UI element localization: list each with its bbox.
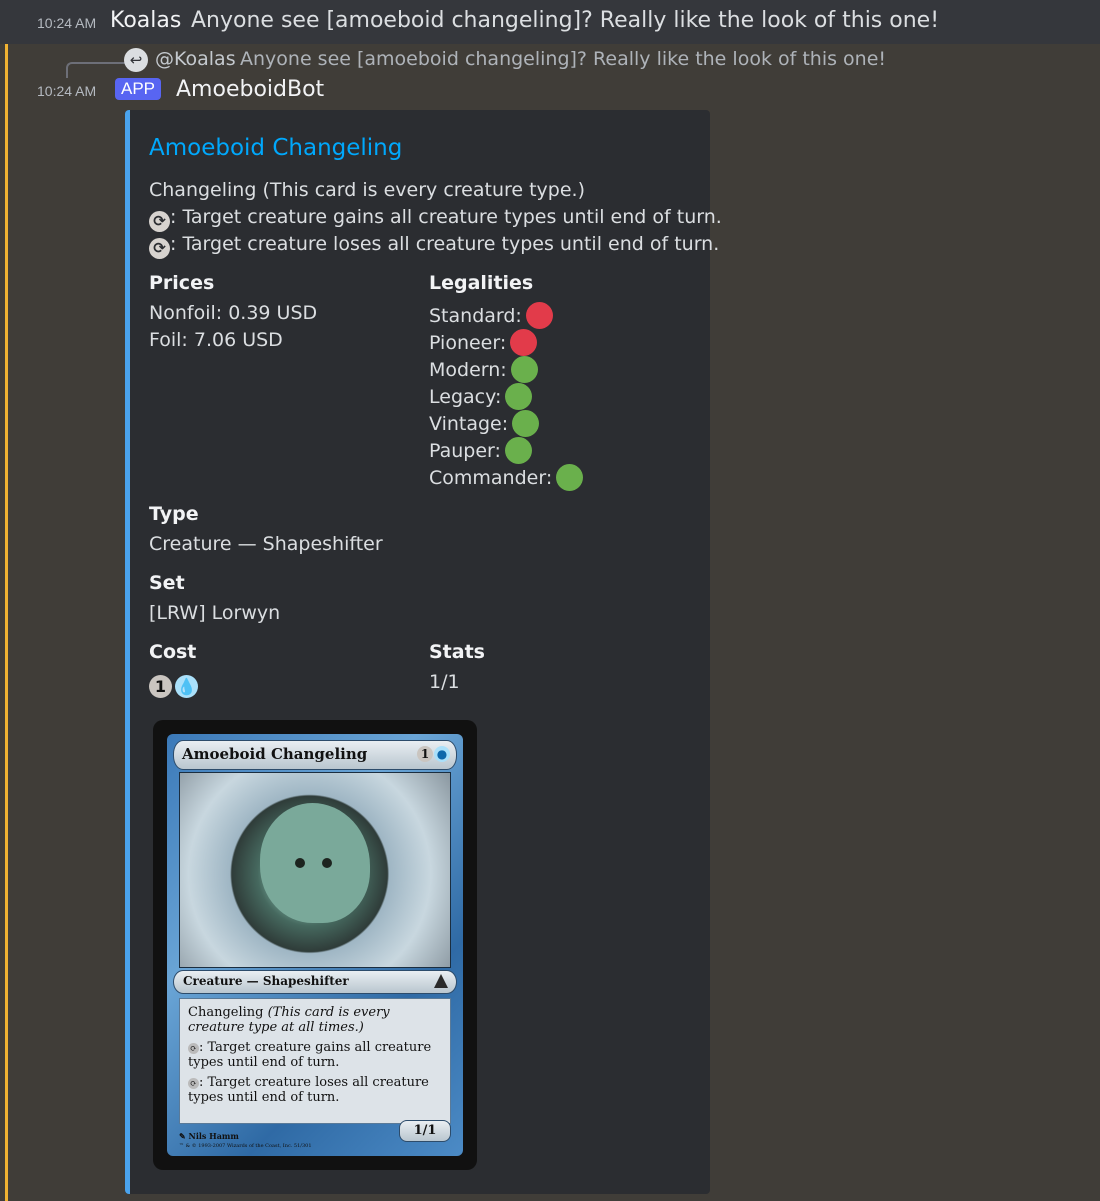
author-name[interactable]: Koalas <box>110 8 181 33</box>
legality-format: Pioneer: <box>429 332 507 354</box>
card-face: Amoeboid Changeling 1 ● Creature — Shapes… <box>167 734 463 1156</box>
set-symbol-icon <box>434 974 448 988</box>
field-cost-name: Cost <box>149 641 197 663</box>
legal-status-icon <box>556 464 584 491</box>
card-untap-symbol-icon: ⟳ <box>188 1043 199 1054</box>
reply-icon[interactable]: ↩ <box>124 48 148 72</box>
card-embed: Amoeboid Changeling Changeling (This car… <box>125 110 722 1194</box>
legality-format: Legacy: <box>429 386 502 408</box>
timestamp: 10:24 AM <box>37 15 97 31</box>
untap-symbol-icon: ⟳ <box>149 238 170 259</box>
legality-format: Modern: <box>429 359 507 381</box>
field-type-name: Type <box>149 503 199 525</box>
generic-mana-icon: 1 <box>149 675 172 698</box>
untap-symbol-icon: ⟳ <box>149 211 170 232</box>
not-legal-status-icon <box>525 302 553 329</box>
card-name-bar: Amoeboid Changeling 1 ● <box>173 740 457 770</box>
card-generic-mana-icon: 1 <box>417 746 433 762</box>
description-text: : Target creature gains all creature typ… <box>170 206 722 228</box>
creature-eye <box>295 858 305 868</box>
legality-format: Pauper: <box>429 440 501 462</box>
legality-format: Standard: <box>429 305 522 327</box>
card-mana-cost: 1 ● <box>417 746 450 762</box>
price-nonfoil: Nonfoil: 0.39 USD <box>149 302 318 324</box>
card-untap-symbol-icon: ⟳ <box>188 1078 199 1089</box>
legality-row: Modern: <box>429 356 538 383</box>
reply-author[interactable]: @Koalas <box>155 48 236 70</box>
blue-mana-icon: 💧 <box>175 675 198 698</box>
card-rules-text: Changeling (This card is every creature … <box>179 998 451 1124</box>
card-power-toughness: 1/1 <box>399 1120 451 1142</box>
price-foil: Foil: 7.06 USD <box>149 329 283 351</box>
legality-row: Standard: <box>429 302 553 329</box>
card-artist-name: Nils Hamm <box>188 1131 239 1141</box>
field-stats-value: 1/1 <box>429 671 460 693</box>
changeling-creature-art <box>260 803 370 923</box>
legal-status-icon <box>505 383 533 410</box>
card-image[interactable]: Amoeboid Changeling 1 ● Creature — Shapes… <box>153 720 477 1170</box>
message-content: Anyone see [amoeboid changeling]? Really… <box>191 8 940 33</box>
card-artist-credit: ✎ Nils Hamm <box>179 1131 239 1141</box>
card-blue-mana-icon: ● <box>434 746 450 762</box>
card-type-bar: Creature — Shapeshifter <box>173 970 457 994</box>
timestamp: 10:24 AM <box>37 83 97 99</box>
card-type-line: Creature — Shapeshifter <box>183 974 349 988</box>
field-prices-name: Prices <box>149 272 215 294</box>
not-legal-status-icon <box>510 329 538 356</box>
legality-row: Legacy: <box>429 383 533 410</box>
field-set-name: Set <box>149 572 185 594</box>
reply-spine <box>66 62 126 78</box>
reply-content[interactable]: Anyone see [amoeboid changeling]? Really… <box>240 48 886 70</box>
field-type-value: Creature — Shapeshifter <box>149 533 383 555</box>
description-line: ⟳: Target creature gains all creature ty… <box>149 206 722 232</box>
card-ability: : Target creature loses all creature typ… <box>188 1075 429 1105</box>
legal-status-icon <box>510 356 538 383</box>
legality-format: Vintage: <box>429 413 509 435</box>
field-cost-value: 1 💧 <box>149 671 198 698</box>
embed-title-link[interactable]: Amoeboid Changeling <box>149 135 402 161</box>
description-line: ⟳: Target creature loses all creature ty… <box>149 233 719 259</box>
card-ability: : Target creature gains all creature typ… <box>188 1040 432 1070</box>
description-text: : Target creature loses all creature typ… <box>170 233 720 255</box>
creature-eye <box>322 858 332 868</box>
card-name: Amoeboid Changeling <box>182 745 368 763</box>
field-legalities-name: Legalities <box>429 272 534 294</box>
card-keyword: Changeling <box>188 1005 264 1020</box>
description-line: Changeling (This card is every creature … <box>149 179 586 201</box>
field-set-value: [LRW] Lorwyn <box>149 602 281 624</box>
legality-row: Pauper: <box>429 437 532 464</box>
legality-row: Commander: <box>429 464 584 491</box>
mention-highlight-bar <box>5 44 8 1201</box>
app-badge: APP <box>115 78 162 100</box>
legality-format: Commander: <box>429 467 553 489</box>
legality-row: Pioneer: <box>429 329 538 356</box>
legal-status-icon <box>504 437 532 464</box>
legality-row: Vintage: <box>429 410 540 437</box>
field-stats-name: Stats <box>429 641 485 663</box>
message-koalas[interactable]: 10:24 AM Koalas Anyone see [amoeboid cha… <box>0 0 1100 44</box>
card-copyright: ™ & © 1993-2007 Wizards of the Coast, In… <box>179 1143 312 1149</box>
bot-author-name[interactable]: AmoeboidBot <box>176 77 324 102</box>
legal-status-icon <box>512 410 540 437</box>
card-art <box>179 772 451 968</box>
